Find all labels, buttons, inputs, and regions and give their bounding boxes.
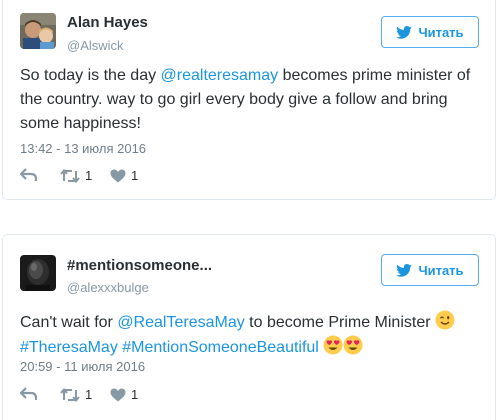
follow-label: Читать	[418, 24, 464, 40]
tweet-text: Can't wait for @RealTeresaMay to become …	[20, 310, 490, 360]
mention-link[interactable]: @RealTeresaMay	[117, 314, 244, 331]
heart-eyes-emoji	[343, 335, 363, 355]
retweet-icon	[60, 168, 80, 183]
hashtag-link[interactable]: #MentionSomeoneBeautiful	[122, 339, 319, 356]
reply-button[interactable]	[20, 387, 37, 401]
tweet-card: Alan Hayes @Alswick Читать So today is t…	[2, 0, 496, 200]
retweet-count: 1	[85, 387, 93, 402]
twitter-bird-icon	[396, 263, 413, 277]
user-handle[interactable]: @Alswick	[67, 38, 124, 53]
like-button[interactable]: 1	[110, 387, 138, 402]
retweet-count: 1	[85, 168, 93, 183]
tweet-text-part: Can't wait for	[20, 314, 118, 331]
retweet-button[interactable]: 1	[60, 168, 92, 183]
heart-eyes-emoji	[323, 335, 343, 355]
reply-button[interactable]	[20, 168, 37, 182]
user-handle[interactable]: @alexxxbulge	[67, 280, 149, 295]
avatar[interactable]	[20, 13, 56, 49]
tweet-text-part: So today is the day	[20, 67, 161, 84]
like-count: 1	[131, 168, 139, 183]
tweet-card: #mentionsomeone... @alexxxbulge Читать C…	[2, 234, 496, 420]
tweet-feed: Alan Hayes @Alswick Читать So today is t…	[0, 0, 500, 420]
mention-link[interactable]: @realteresamay	[161, 67, 279, 84]
avatar[interactable]	[20, 255, 56, 291]
like-button[interactable]: 1	[110, 168, 138, 183]
retweet-button[interactable]: 1	[60, 387, 92, 402]
retweet-icon	[60, 387, 80, 402]
heart-icon	[110, 169, 126, 182]
display-name[interactable]: #mentionsomeone...	[67, 257, 212, 274]
hashtag-link[interactable]: #TheresaMay	[20, 339, 118, 356]
follow-button[interactable]: Читать	[381, 254, 479, 286]
winking-face-emoji	[435, 310, 455, 330]
display-name[interactable]: Alan Hayes	[67, 14, 148, 31]
tweet-text-part: to become Prime Minister	[244, 314, 435, 331]
reply-icon	[20, 387, 37, 400]
reply-icon	[20, 168, 37, 181]
like-count: 1	[131, 387, 139, 402]
heart-icon	[110, 388, 126, 401]
timestamp[interactable]: 13:42 - 13 июля 2016	[20, 141, 146, 156]
tweet-text: So today is the day @realteresamay becom…	[20, 64, 490, 136]
follow-label: Читать	[418, 262, 464, 278]
follow-button[interactable]: Читать	[381, 16, 479, 48]
timestamp[interactable]: 20:59 - 11 июля 2016	[20, 359, 145, 374]
twitter-bird-icon	[396, 25, 413, 39]
